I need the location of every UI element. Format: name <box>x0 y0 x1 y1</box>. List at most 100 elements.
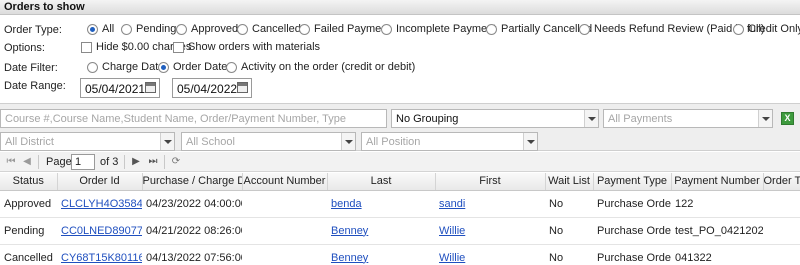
page-number-input[interactable]: 1 <box>71 154 95 170</box>
grouping-select[interactable]: No Grouping <box>391 109 599 128</box>
order-type-cell <box>763 217 800 245</box>
search-input[interactable]: Course #,Course Name,Student Name, Order… <box>0 109 387 128</box>
calendar-icon[interactable] <box>145 82 156 93</box>
refresh-icon[interactable]: ⟳ <box>170 156 182 168</box>
column-header[interactable]: Last <box>327 173 436 191</box>
radio-icon[interactable] <box>381 23 392 35</box>
order-type-failed-payment-radio[interactable]: Failed Payment <box>299 23 390 35</box>
radio-icon[interactable] <box>733 23 744 35</box>
radio-icon[interactable] <box>237 23 248 35</box>
chevron-down-icon[interactable] <box>523 133 537 150</box>
options-label: Options: <box>4 42 45 54</box>
page-count: of 3 <box>100 156 119 168</box>
column-header[interactable]: Order T <box>763 173 800 191</box>
excel-export-icon[interactable]: X <box>781 112 794 125</box>
status-cell: Pending <box>0 217 57 245</box>
radio-icon[interactable] <box>176 23 187 35</box>
column-header[interactable]: Payment Type <box>593 173 672 191</box>
table-header-row: Status Order Id Purchase / Charge Date A… <box>0 173 800 191</box>
options-row: Options: Hide $0.00 charges Show orders … <box>0 38 800 58</box>
table-row[interactable]: Approved CLCLYH4O3584392 04/23/2022 04:0… <box>0 190 800 218</box>
divider <box>164 155 165 169</box>
end-date-input[interactable]: 05/04/2022 <box>172 78 252 98</box>
first-name-link[interactable]: sandi <box>439 198 465 210</box>
account-cell <box>242 217 327 245</box>
chevron-down-icon[interactable] <box>341 133 355 150</box>
radio-icon[interactable] <box>299 23 310 35</box>
column-header[interactable]: Wait List <box>545 173 594 191</box>
radio-icon[interactable] <box>579 23 590 35</box>
order-id-link[interactable]: CLCLYH4O3584392 <box>61 198 142 210</box>
column-header[interactable]: Purchase / Charge Date <box>142 173 243 191</box>
last-name-link[interactable]: Benney <box>331 225 368 237</box>
order-type-cancelled-radio[interactable]: Cancelled <box>237 23 301 35</box>
last-name-cell: benda <box>327 190 435 218</box>
date-filter-charge-date-radio[interactable]: Charge Date <box>87 61 164 73</box>
radio-icon[interactable] <box>226 61 237 73</box>
last-page-icon[interactable]: ⏭ <box>147 156 159 168</box>
payment-number-cell: test_PO_04212022 <box>671 217 763 245</box>
column-header[interactable]: Order Id <box>57 173 143 191</box>
filters-section: Order Type: All Pending Approved Cancell… <box>0 16 800 101</box>
panel-title: Orders to show <box>0 0 800 15</box>
status-cell: Approved <box>0 190 57 218</box>
radio-icon[interactable] <box>121 23 132 35</box>
next-page-icon[interactable]: ▶ <box>130 156 142 168</box>
divider <box>38 155 39 169</box>
chevron-down-icon[interactable] <box>758 110 772 127</box>
chevron-down-icon[interactable] <box>584 110 598 127</box>
wait-list-cell: No <box>545 217 593 245</box>
first-page-icon[interactable]: ⏮ <box>5 156 17 168</box>
last-name-link[interactable]: benda <box>331 198 362 210</box>
checkbox-icon[interactable] <box>81 41 92 53</box>
first-name-cell: sandi <box>435 190 545 218</box>
position-select[interactable]: All Position <box>361 132 538 151</box>
calendar-icon[interactable] <box>237 82 248 93</box>
table-row[interactable]: Pending CC0LNED89077444 04/21/2022 08:26… <box>0 217 800 245</box>
table-row[interactable]: Cancelled CY68T15K8011693 04/13/2022 07:… <box>0 244 800 265</box>
column-header[interactable]: Account Number <box>242 173 328 191</box>
order-id-link[interactable]: CC0LNED89077444 <box>61 225 142 237</box>
order-type-approved-radio[interactable]: Approved <box>176 23 238 35</box>
prev-page-icon[interactable]: ◀ <box>21 156 33 168</box>
last-name-link[interactable]: Benney <box>331 252 368 264</box>
column-header[interactable]: Status <box>0 173 58 191</box>
account-cell <box>242 190 327 218</box>
order-id-link[interactable]: CY68T15K8011693 <box>61 252 142 264</box>
page-label: Page <box>46 156 72 168</box>
order-type-incomplete-payment-radio[interactable]: Incomplete Payment <box>381 23 496 35</box>
pager: ⏮ ◀ Page 1 of 3 ▶ ⏭ ⟳ <box>0 152 800 172</box>
radio-icon[interactable] <box>87 23 98 35</box>
payment-type-cell: Purchase Order <box>593 244 671 265</box>
order-type-cell <box>763 190 800 218</box>
checkbox-icon[interactable] <box>173 41 184 53</box>
date-filter-order-date-radio[interactable]: Order Date <box>158 61 227 73</box>
radio-icon[interactable] <box>158 61 169 73</box>
orders-table: Status Order Id Purchase / Charge Date A… <box>0 173 800 265</box>
order-type-partially-cancelled-radio[interactable]: Partially Cancelled <box>486 23 592 35</box>
column-header[interactable]: Payment Number <box>671 173 764 191</box>
order-type-cell <box>763 244 800 265</box>
radio-icon[interactable] <box>87 61 98 73</box>
chevron-down-icon[interactable] <box>160 133 174 150</box>
district-select[interactable]: All District <box>0 132 175 151</box>
date-cell: 04/21/2022 08:26:00 AM <box>142 217 242 245</box>
first-name-link[interactable]: Willie <box>439 225 465 237</box>
order-type-all-radio[interactable]: All <box>87 23 114 35</box>
order-type-label: Order Type: <box>4 24 62 36</box>
date-filter-activity-radio[interactable]: Activity on the order (credit or debit) <box>226 61 415 73</box>
radio-icon[interactable] <box>486 23 497 35</box>
wait-list-cell: No <box>545 190 593 218</box>
start-date-input[interactable]: 05/04/2021 <box>80 78 160 98</box>
order-type-pending-radio[interactable]: Pending <box>121 23 176 35</box>
date-cell: 04/13/2022 07:56:00 AM <box>142 244 242 265</box>
order-id-cell: CLCLYH4O3584392 <box>57 190 142 218</box>
column-header[interactable]: First <box>435 173 546 191</box>
order-type-credit-only-radio[interactable]: Credit Only <box>733 23 800 35</box>
order-id-cell: CY68T15K8011693 <box>57 244 142 265</box>
payments-select[interactable]: All Payments <box>603 109 773 128</box>
show-materials-checkbox[interactable]: Show orders with materials <box>173 41 320 53</box>
school-select[interactable]: All School <box>181 132 356 151</box>
first-name-link[interactable]: Willie <box>439 252 465 264</box>
status-cell: Cancelled <box>0 244 57 265</box>
